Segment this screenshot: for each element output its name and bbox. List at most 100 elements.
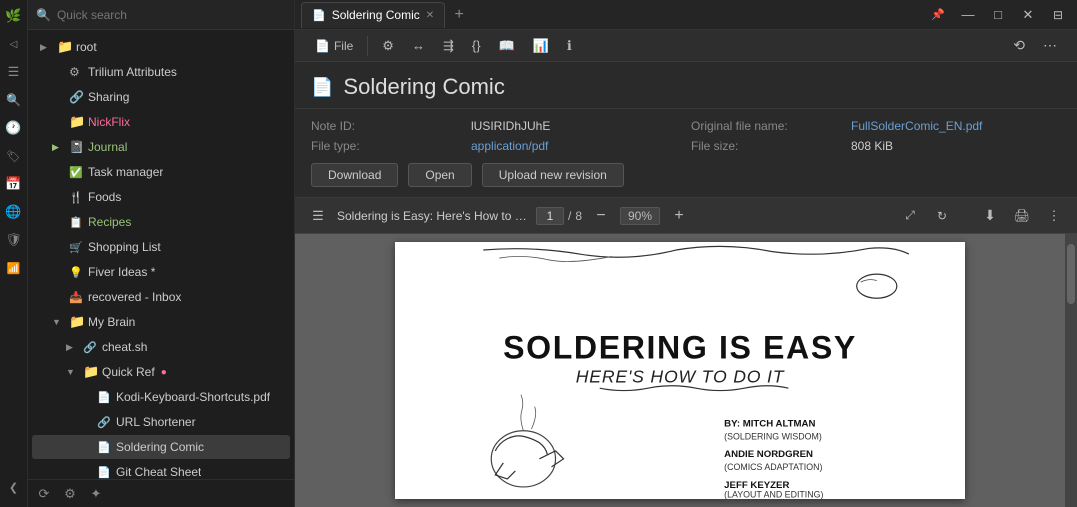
tree-label-task-manager: Task manager: [88, 165, 163, 179]
search-sidebar-icon[interactable]: 🔍: [2, 88, 26, 112]
tree-item-task-manager[interactable]: ✅ Task manager: [32, 160, 290, 184]
source-btn[interactable]: {}: [464, 33, 489, 59]
logo-icon[interactable]: 🌿: [2, 4, 26, 28]
tag-icon[interactable]: 🏷: [2, 144, 26, 168]
tree-item-url-shortener[interactable]: 🔗 URL Shortener: [32, 410, 290, 434]
wifi-icon[interactable]: 📶: [2, 256, 26, 280]
tree-item-trilium-attr[interactable]: ⚙ Trilium Attributes: [32, 60, 290, 84]
tree-item-my-brain[interactable]: ▼ 📁 My Brain: [32, 310, 290, 334]
tree-item-soldering-comic[interactable]: 📄 Soldering Comic: [32, 435, 290, 459]
tree-item-git-cheat[interactable]: 📄 Git Cheat Sheet: [32, 460, 290, 479]
tree-item-quick-ref[interactable]: ▼ 📁 Quick Ref ●: [32, 360, 290, 384]
tree-item-journal[interactable]: ▶ 📓 Journal: [32, 135, 290, 159]
pdf-title: Soldering is Easy: Here's How to Do it (…: [337, 209, 530, 223]
pdf-fit-page-btn[interactable]: ⤢: [897, 203, 923, 229]
tree-item-foods[interactable]: 🍴 Foods: [32, 185, 290, 209]
note-toolbar: 📄 File ⚙ ↔ ⇶ {} 📖 📊 ℹ: [295, 30, 1077, 62]
note-id-label: Note ID:: [311, 119, 461, 133]
back-icon[interactable]: ◁: [2, 32, 26, 56]
shield-icon[interactable]: 🛡: [2, 228, 26, 252]
folder-icon: 📁: [57, 39, 73, 55]
chart-btn[interactable]: 📊: [525, 33, 557, 59]
pdf-viewer-toolbar: ☰ Soldering is Easy: Here's How to Do it…: [295, 198, 1077, 234]
customize-btn[interactable]: ✦: [84, 482, 108, 506]
chart-icon: 📊: [533, 38, 549, 54]
svg-text:BY: MITCH ALTMAN: BY: MITCH ALTMAN: [724, 419, 815, 430]
tree-item-root[interactable]: ▶ 📁 root: [32, 35, 290, 59]
open-btn[interactable]: Open: [408, 163, 471, 187]
file-actions: Download Open Upload new revision: [311, 163, 1061, 187]
toggle-root[interactable]: ▶: [40, 42, 54, 53]
tree-label-cheatsh: cheat.sh: [102, 340, 147, 354]
settings-btn[interactable]: ⚙: [58, 482, 82, 506]
source-icon: {}: [472, 38, 481, 53]
relations-icon: ↔: [412, 38, 425, 53]
pdf-more-btn[interactable]: ⋮: [1041, 203, 1067, 229]
new-tab-btn[interactable]: +: [447, 3, 471, 27]
pin-btn[interactable]: 📌: [925, 2, 951, 28]
svg-text:SOLDERING IS EASY: SOLDERING IS EASY: [503, 329, 857, 365]
tree-item-nickflix[interactable]: 📁 NickFlix: [32, 110, 290, 134]
pdf-zoom-in-btn[interactable]: +: [666, 203, 692, 229]
tab-close-btn[interactable]: ✕: [426, 10, 434, 21]
info-btn[interactable]: ℹ: [559, 33, 580, 59]
svg-text:(COMICS ADAPTATION): (COMICS ADAPTATION): [724, 462, 822, 472]
pdf-content-svg: SOLDERING IS EASY HERE'S HOW TO DO IT: [395, 242, 965, 499]
tree-label-fiver-ideas: Fiver Ideas *: [88, 265, 155, 279]
tab-soldering-comic[interactable]: 📄 Soldering Comic ✕: [301, 2, 445, 28]
pdf-print-btn[interactable]: 🖨: [1009, 203, 1035, 229]
pdf-sidebar-btn[interactable]: ☰: [305, 203, 331, 229]
globe-icon[interactable]: 🌐: [2, 200, 26, 224]
pdf-content-area: SOLDERING IS EASY HERE'S HOW TO DO IT: [295, 234, 1077, 507]
panel-toggle-btn[interactable]: ⊟: [1045, 2, 1071, 28]
tree-item-sharing[interactable]: 🔗 Sharing: [32, 85, 290, 109]
tree-item-cheatsh[interactable]: ▶ 🔗 cheat.sh: [32, 335, 290, 359]
tree-label-sharing: Sharing: [88, 90, 129, 104]
file-btn[interactable]: 📄 File: [307, 33, 361, 59]
pdf-zoom-display: 90%: [620, 207, 660, 225]
note-title: Soldering Comic: [343, 74, 504, 100]
sidebar-tree: ▶ 📁 root ⚙ Trilium Attributes 🔗 Sharing …: [28, 30, 294, 479]
pdf-page-input[interactable]: [536, 207, 564, 225]
more-btn[interactable]: ⋯: [1035, 33, 1065, 59]
tree-icon[interactable]: ☰: [2, 60, 26, 84]
tree-label-nickflix: NickFlix: [88, 115, 130, 129]
tree-label-kodi-kb: Kodi-Keyboard-Shortcuts.pdf: [116, 390, 270, 404]
tree-label-recovered: recovered - Inbox: [88, 290, 181, 304]
download-btn[interactable]: Download: [311, 163, 398, 187]
collapse-sidebar-icon[interactable]: ❮: [2, 475, 26, 499]
tree-item-recipes[interactable]: 📋 Recipes: [32, 210, 290, 234]
more-icon: ⋯: [1043, 37, 1057, 54]
tree-label-url-shortener: URL Shortener: [116, 415, 196, 429]
tree-item-recovered[interactable]: 📥 recovered - Inbox: [32, 285, 290, 309]
pdf-download-btn[interactable]: ⬇: [977, 203, 1003, 229]
pdf-rotate-btn[interactable]: ↻: [929, 203, 955, 229]
recent-icon[interactable]: 🕐: [2, 116, 26, 140]
maximize-btn[interactable]: □: [985, 2, 1011, 28]
tree-item-shopping-list[interactable]: 🛒 Shopping List: [32, 235, 290, 259]
properties-btn[interactable]: ⚙: [374, 33, 402, 59]
history-btn[interactable]: ⟲: [1005, 33, 1033, 59]
book-btn[interactable]: 📖: [491, 33, 523, 59]
tree-item-kodi-kb[interactable]: 📄 Kodi-Keyboard-Shortcuts.pdf: [32, 385, 290, 409]
book-icon: 📖: [499, 38, 515, 54]
tree-label-shopping-list: Shopping List: [88, 240, 161, 254]
sync-btn[interactable]: ⟳: [32, 482, 56, 506]
file-type-value: application/pdf: [471, 139, 681, 153]
pdf-scrollbar[interactable]: [1065, 234, 1077, 507]
relations-btn[interactable]: ↔: [404, 33, 433, 59]
calendar-icon[interactable]: 📅: [2, 172, 26, 196]
pdf-page-separator: /: [568, 209, 571, 223]
sidebar-bottom-row: ⟳ ⚙ ✦: [28, 479, 294, 507]
upload-revision-btn[interactable]: Upload new revision: [482, 163, 624, 187]
minimize-btn[interactable]: —: [955, 2, 981, 28]
tree-item-fiver-ideas[interactable]: 💡 Fiver Ideas *: [32, 260, 290, 284]
pdf-scrollbar-thumb[interactable]: [1067, 244, 1075, 304]
link-map-btn[interactable]: ⇶: [435, 33, 462, 59]
file-size-label: File size:: [691, 139, 841, 153]
tree-label-soldering-comic: Soldering Comic: [116, 440, 204, 454]
close-btn[interactable]: ✕: [1015, 2, 1041, 28]
search-input[interactable]: [57, 8, 286, 22]
pdf-viewer: ☰ Soldering is Easy: Here's How to Do it…: [295, 198, 1077, 507]
pdf-zoom-out-btn[interactable]: −: [588, 203, 614, 229]
